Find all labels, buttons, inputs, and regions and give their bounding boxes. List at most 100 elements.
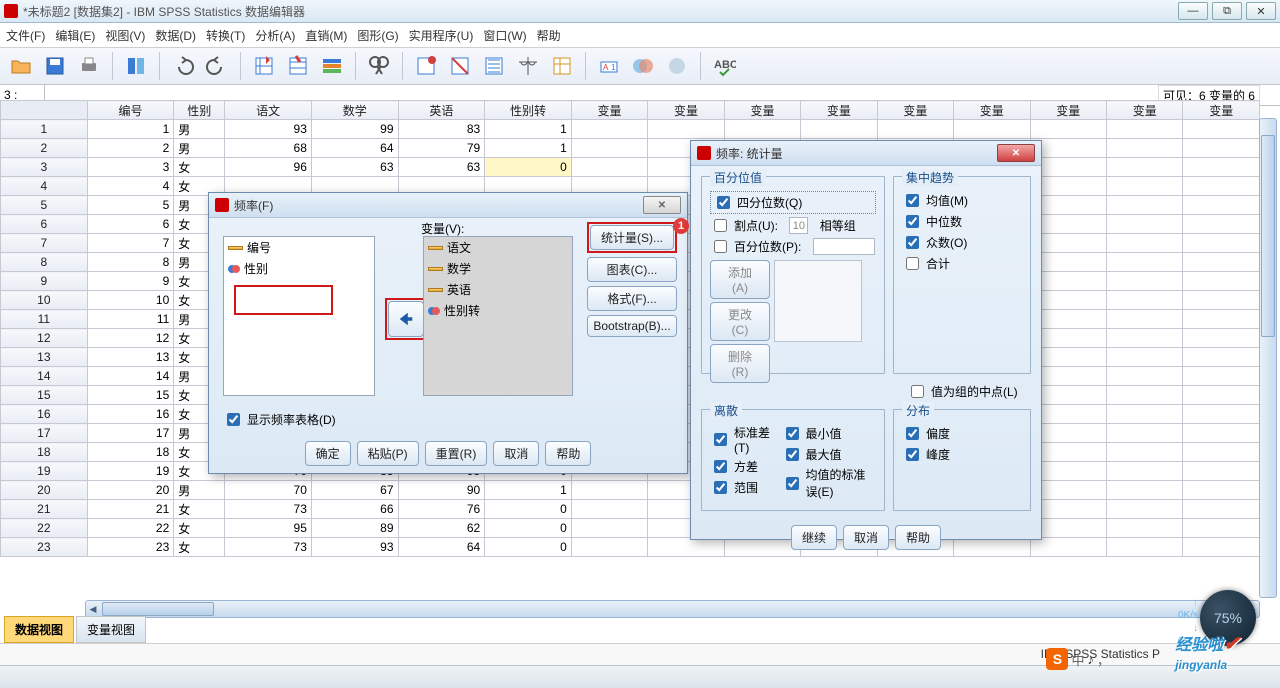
cell[interactable]: 4 (87, 177, 174, 196)
variables-icon[interactable] (317, 51, 347, 81)
variance-checkbox[interactable]: 方差 (710, 457, 774, 476)
cell[interactable] (1183, 310, 1260, 329)
cell[interactable]: 男 (174, 139, 225, 158)
recall-dialog-icon[interactable] (121, 51, 151, 81)
cancel-button[interactable]: 取消 (493, 441, 539, 466)
redo-icon[interactable] (202, 51, 232, 81)
scroll-thumb[interactable] (102, 602, 214, 616)
menu-graphs[interactable]: 图形(G) (357, 27, 398, 44)
cell[interactable]: 83 (398, 120, 485, 139)
cutpoints-checkbox[interactable]: 割点(U): 相等组 (710, 216, 876, 235)
cell[interactable] (571, 139, 647, 158)
cell[interactable] (1183, 234, 1260, 253)
cell[interactable] (1106, 424, 1182, 443)
cell[interactable] (571, 538, 647, 557)
cell[interactable] (571, 481, 647, 500)
table-row[interactable]: 2020男7067901 (1, 481, 1260, 500)
list-item[interactable]: 数学 (424, 258, 572, 279)
cell[interactable]: 62 (398, 519, 485, 538)
row-header[interactable]: 10 (1, 291, 88, 310)
cell[interactable]: 73 (225, 500, 312, 519)
cell[interactable]: 22 (87, 519, 174, 538)
cell[interactable] (1106, 367, 1182, 386)
cell[interactable]: 63 (311, 158, 398, 177)
cell[interactable]: 0 (485, 519, 572, 538)
cell[interactable] (1106, 310, 1182, 329)
cell[interactable] (571, 120, 647, 139)
cell[interactable]: 67 (311, 481, 398, 500)
cell[interactable]: 女 (174, 538, 225, 557)
cell[interactable] (1183, 538, 1260, 557)
cell[interactable]: 68 (225, 139, 312, 158)
cell[interactable]: 8 (87, 253, 174, 272)
row-header[interactable]: 12 (1, 329, 88, 348)
list-item[interactable]: 英语 (424, 279, 572, 300)
list-item[interactable]: 编号 (224, 237, 374, 258)
cell[interactable]: 93 (311, 538, 398, 557)
column-header[interactable]: 变量 (648, 101, 724, 120)
cell[interactable] (801, 120, 877, 139)
cell[interactable]: 14 (87, 367, 174, 386)
cell[interactable] (1106, 120, 1182, 139)
row-header[interactable]: 15 (1, 386, 88, 405)
reset-button[interactable]: 重置(R) (425, 441, 488, 466)
charts-button[interactable]: 图表(C)... (587, 257, 677, 282)
cell[interactable] (1183, 519, 1260, 538)
bootstrap-button[interactable]: Bootstrap(B)... (587, 315, 677, 337)
cell[interactable] (1183, 196, 1260, 215)
dialog-titlebar[interactable]: 频率: 统计量 ✕ (691, 141, 1041, 166)
cell[interactable] (1106, 462, 1182, 481)
cell[interactable]: 76 (398, 500, 485, 519)
sum-checkbox[interactable]: 合计 (902, 254, 1022, 273)
row-header[interactable]: 3 (1, 158, 88, 177)
column-header[interactable]: 编号 (87, 101, 174, 120)
cell[interactable] (1183, 291, 1260, 310)
cell[interactable] (1106, 348, 1182, 367)
ok-button[interactable]: 确定 (305, 441, 351, 466)
print-icon[interactable] (74, 51, 104, 81)
cell[interactable]: 64 (398, 538, 485, 557)
skewness-checkbox[interactable]: 偏度 (902, 424, 1022, 443)
cell[interactable] (1106, 234, 1182, 253)
cell[interactable]: 女 (174, 519, 225, 538)
cell[interactable]: 7 (87, 234, 174, 253)
max-checkbox[interactable]: 最大值 (782, 445, 876, 464)
row-header[interactable]: 5 (1, 196, 88, 215)
dialog-titlebar[interactable]: 频率(F) ✕ (209, 193, 687, 218)
row-header[interactable]: 6 (1, 215, 88, 234)
row-header[interactable]: 23 (1, 538, 88, 557)
row-header[interactable]: 2 (1, 139, 88, 158)
weight-cases-icon[interactable] (445, 51, 475, 81)
row-header[interactable]: 14 (1, 367, 88, 386)
cell[interactable] (1106, 177, 1182, 196)
cell[interactable] (1183, 424, 1260, 443)
min-checkbox[interactable]: 最小值 (782, 424, 876, 443)
cell[interactable]: 5 (87, 196, 174, 215)
column-header[interactable]: 变量 (954, 101, 1030, 120)
scales-icon[interactable] (513, 51, 543, 81)
cell[interactable] (1183, 253, 1260, 272)
midpoint-checkbox[interactable]: 值为组的中点(L) (907, 382, 1035, 401)
semean-checkbox[interactable]: 均值的标准误(E) (782, 466, 876, 500)
horizontal-scrollbar[interactable]: ◀▶ (85, 600, 1260, 618)
row-header[interactable]: 13 (1, 348, 88, 367)
cell[interactable]: 女 (174, 158, 225, 177)
cell[interactable] (1106, 405, 1182, 424)
use-sets-icon[interactable]: A1 (594, 51, 624, 81)
cell[interactable] (1106, 500, 1182, 519)
table-row[interactable]: 22男6864791 (1, 139, 1260, 158)
list-item[interactable]: 语文 (424, 237, 572, 258)
cell[interactable] (1183, 462, 1260, 481)
goto-variable-icon[interactable] (283, 51, 313, 81)
cell[interactable]: 1 (485, 139, 572, 158)
cutpoints-input[interactable] (789, 217, 808, 234)
median-checkbox[interactable]: 中位数 (902, 212, 1022, 231)
save-icon[interactable] (40, 51, 70, 81)
column-header[interactable]: 变量 (724, 101, 800, 120)
show-all-icon[interactable] (628, 51, 658, 81)
column-header[interactable]: 变量 (1106, 101, 1182, 120)
target-variable-list[interactable]: 语文 数学 英语 性别转 (423, 236, 573, 396)
column-header[interactable]: 变量 (1183, 101, 1260, 120)
undo-icon[interactable] (168, 51, 198, 81)
cell[interactable]: 女 (174, 500, 225, 519)
